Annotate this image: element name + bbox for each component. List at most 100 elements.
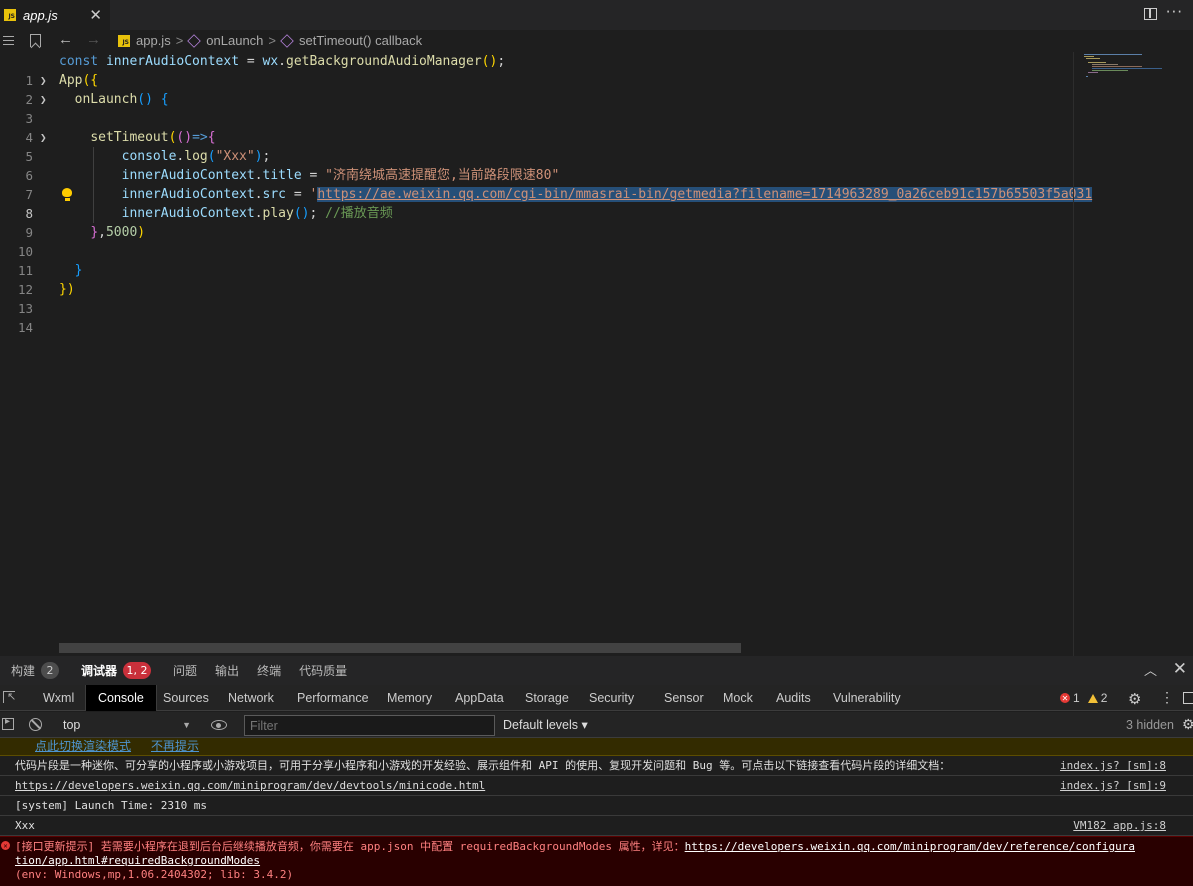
maximize-panel-icon[interactable]: ︿ [1144, 660, 1157, 679]
filter-input[interactable] [244, 715, 495, 736]
breadcrumb-file-label: app.js [136, 33, 171, 48]
log-levels-select[interactable]: Default levels ▾ [503, 712, 588, 738]
dropdown-arrow-icon: ▼ [182, 720, 191, 730]
message-link[interactable]: https://developers.weixin.qq.com/minipro… [15, 776, 485, 795]
inspect-element-icon[interactable] [3, 690, 16, 703]
tab-label: 调试器 [81, 664, 118, 678]
tab-terminal[interactable]: 终端 [257, 662, 281, 679]
tab-label: 代码质量 [299, 664, 348, 678]
code-line: 5 ❯ setTimeout(()=>{ [0, 128, 1073, 164]
kebab-menu-icon[interactable]: ⋮ [1160, 689, 1174, 706]
tab-title: app.js [23, 7, 58, 23]
devtools-tab-mock[interactable]: Mock [723, 685, 753, 711]
gear-icon[interactable]: ⚙ [1182, 716, 1193, 733]
devtools-tab-vulnerability[interactable]: Vulnerability [833, 685, 901, 711]
console-message: [system] Launch Time: 2310 ms [0, 796, 1193, 816]
minimap[interactable] [1080, 52, 1170, 92]
tab-problems[interactable]: 问题 [173, 662, 197, 679]
code-line: 2 ❯ App({ [0, 71, 1073, 107]
js-file-icon: JS [118, 34, 130, 47]
warning-icon [1087, 693, 1098, 703]
breadcrumb-method[interactable]: onLaunch [187, 33, 263, 48]
error-doc-link[interactable]: tion/app.html#requiredBackgroundModes [15, 854, 260, 867]
panel-tab-bar: 构建 2 调试器 1, 2 问题 输出 终端 代码质量 ︿ ✕ [0, 656, 1193, 685]
close-icon[interactable]: ✕ [1173, 659, 1187, 679]
render-mode-banner: 点此切换渲染模式 不再提示 [0, 738, 1193, 756]
code-line: 13 }) [0, 280, 1073, 316]
devtools-tab-appdata[interactable]: AppData [455, 685, 504, 711]
forward-arrow-icon[interactable]: → [86, 31, 101, 48]
devtools-tab-sensor[interactable]: Sensor [664, 685, 704, 711]
method-icon [280, 33, 294, 48]
code-line: 14 [0, 299, 1073, 335]
warning-count: 2 [1100, 691, 1108, 705]
tab-code-quality[interactable]: 代码质量 [299, 662, 347, 679]
switch-render-mode-link[interactable]: 点此切换渲染模式 [35, 738, 131, 755]
tab-label: 构建 [11, 664, 36, 678]
code-line: 12 } [0, 261, 1073, 297]
close-icon[interactable]: ✕ [89, 6, 102, 24]
fold-chevron-icon[interactable]: ❯ [40, 71, 47, 90]
issue-counter[interactable]: ✕ 1 2 [1060, 691, 1107, 705]
code-line: 6 console.log("Xxx"); [0, 147, 1073, 183]
minimap-divider [1073, 52, 1074, 656]
tab-app-js[interactable]: JS app.js ✕ [0, 0, 110, 30]
tab-debugger[interactable]: 调试器 1, 2 [81, 662, 152, 679]
code-line: 4 [0, 109, 1073, 145]
source-link[interactable]: index.js? [sm]:9 [1060, 776, 1166, 795]
breadcrumb-callback[interactable]: setTimeout() callback [280, 33, 422, 48]
clear-console-icon[interactable] [29, 718, 42, 731]
count-badge: 2 [41, 662, 60, 679]
fold-chevron-icon[interactable]: ❯ [40, 90, 47, 109]
line-number: 14 [17, 320, 33, 335]
breadcrumb: ← → JS app.js > onLaunch > setTimeout() … [0, 30, 1193, 52]
message-text: Xxx [15, 819, 35, 832]
tab-output[interactable]: 输出 [215, 662, 239, 679]
source-link[interactable]: index.js? [sm]:8 [1060, 756, 1166, 775]
fold-chevron-icon[interactable]: ❯ [40, 128, 47, 147]
console-output: 点此切换渲染模式 不再提示 代码片段是一种迷你、可分享的小程序或小游戏项目，可用… [0, 738, 1193, 886]
split-editor-icon[interactable] [1144, 8, 1157, 20]
devtools-tab-wxml[interactable]: Wxml [43, 685, 74, 711]
bookmark-icon[interactable] [30, 34, 41, 47]
back-arrow-icon[interactable]: ← [58, 31, 73, 48]
devtools-tab-console[interactable]: Console [85, 685, 157, 711]
devtools-tab-performance[interactable]: Performance [297, 685, 369, 711]
dock-icon[interactable] [1183, 692, 1193, 704]
log-levels-label: Default levels [503, 718, 579, 732]
message-text: [system] Launch Time: 2310 ms [15, 799, 208, 812]
error-text: [接口更新提示] 若需要小程序在退到后台后继续播放音频，你需要在 app.jso… [15, 840, 685, 853]
horizontal-scrollbar[interactable] [59, 643, 741, 653]
breadcrumb-separator: > [268, 33, 277, 48]
gear-icon[interactable]: ⚙ [1128, 690, 1141, 708]
code-line: 7 innerAudioContext.title = "济南绕城高速提醒您,当… [0, 166, 1073, 202]
console-error: ✕ [接口更新提示] 若需要小程序在退到后台后继续播放音频，你需要在 app.j… [0, 836, 1193, 886]
context-select[interactable]: top ▼ [57, 715, 197, 735]
editor-tab-bar: JS app.js ✕ ··· [0, 0, 1193, 30]
code-line: 3 ❯ onLaunch() { [0, 90, 1073, 126]
devtools-tab-audits[interactable]: Audits [776, 685, 811, 711]
devtools-tab-memory[interactable]: Memory [387, 685, 432, 711]
breadcrumb-file[interactable]: JS app.js [118, 33, 171, 48]
code-line-active: 8 innerAudioContext.src = 'https://ae.we… [0, 185, 1093, 221]
error-doc-link[interactable]: https://developers.weixin.qq.com/minipro… [685, 840, 1135, 853]
devtools-tab-security[interactable]: Security [589, 685, 634, 711]
tab-label: 输出 [215, 664, 240, 678]
devtools-tab-network[interactable]: Network [228, 685, 274, 711]
hidden-count: 3 hidden [1126, 718, 1174, 732]
devtools-tab-sources[interactable]: Sources [163, 685, 209, 711]
code-line: 10 },5000) [0, 223, 1073, 259]
menu-icon[interactable] [3, 36, 14, 45]
error-icon: ✕ [1, 841, 10, 850]
eye-icon[interactable] [211, 720, 227, 730]
selected-url[interactable]: https://ae.weixin.qq.com/cgi-bin/mmasrai… [317, 187, 1093, 202]
tab-build[interactable]: 构建 2 [11, 662, 60, 679]
more-actions-icon[interactable]: ··· [1166, 3, 1183, 21]
devtools-tab-storage[interactable]: Storage [525, 685, 569, 711]
js-file-icon: JS [4, 9, 16, 21]
error-icon: ✕ [1060, 693, 1070, 703]
code-editor[interactable]: 1 const innerAudioContext = wx.getBackgr… [0, 52, 1093, 656]
sidebar-toggle-icon[interactable] [2, 716, 14, 730]
source-link[interactable]: VM182 app.js:8 [1073, 816, 1166, 835]
dont-show-again-link[interactable]: 不再提示 [151, 738, 199, 755]
